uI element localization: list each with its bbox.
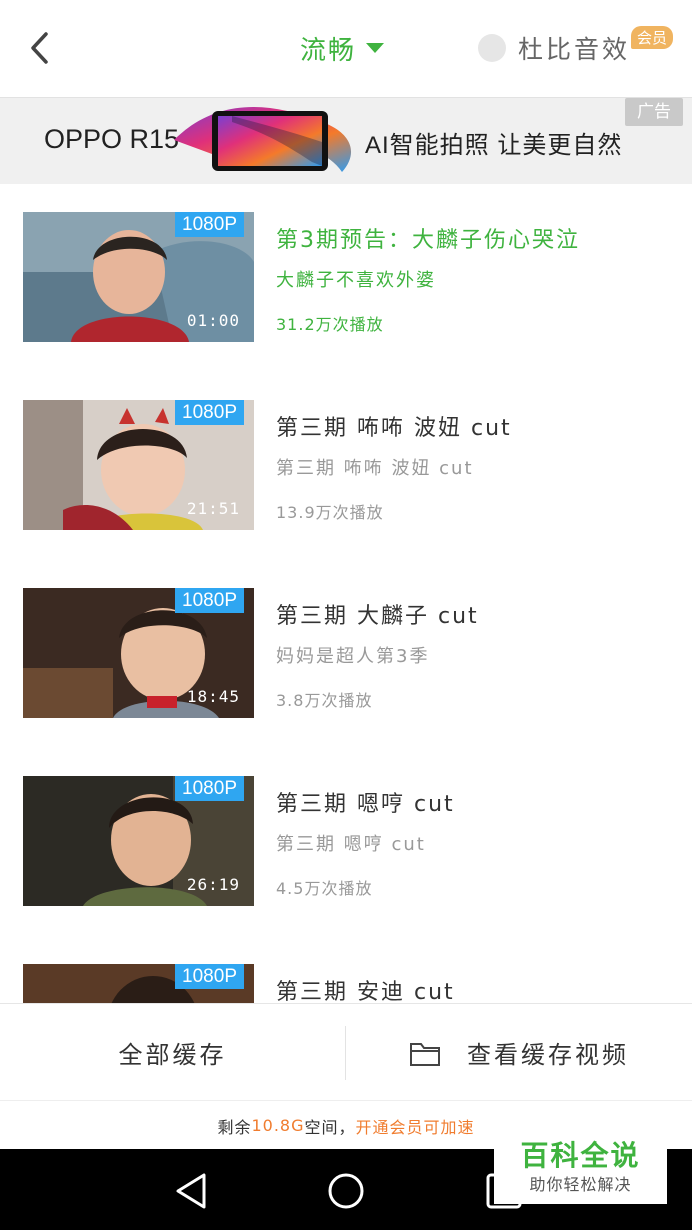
list-item[interactable]: 1080P 18:45 第三期 大麟子 cut 妈妈是超人第3季 3.8万次播放 [0,560,692,748]
cache-all-label: 全部缓存 [118,1041,227,1069]
play-count: 4.5万次播放 [276,879,373,898]
list-item[interactable]: 1080P 01:00 第3期预告：大麟子伤心哭泣 大麟子不喜欢外婆 31.2万… [0,184,692,372]
video-subtitle: 大麟子不喜欢外婆 [276,270,436,291]
resolution-badge: 1080P [175,212,244,237]
storage-suffix: 空间， [304,1117,356,1137]
play-count: 3.8万次播放 [276,691,373,710]
video-subtitle: 第三期 嗯哼 cut [276,834,426,855]
watermark-title: 百科全说 [520,1139,641,1172]
nav-home-button[interactable] [324,1169,368,1213]
play-count: 31.2万次播放 [276,315,384,334]
video-thumbnail: 1080P 21:51 [23,400,254,530]
video-title: 第三期 大麟子 cut [276,604,479,629]
circle-home-icon [328,1173,364,1209]
ad-slogan: AI智能拍照 让美更自然 [365,132,623,159]
video-thumbnail: 1080P 18:45 [23,588,254,718]
chevron-left-icon [31,32,48,64]
video-duration: 21:51 [186,499,240,518]
resolution-badge: 1080P [175,400,244,425]
folder-icon [410,1042,440,1066]
resolution-badge: 1080P [175,588,244,613]
video-thumbnail: 1080P 26:19 [23,776,254,906]
video-title: 第三期 咘咘 波妞 cut [276,416,512,441]
ad-tag: 广告 [625,98,683,126]
resolution-badge: 1080P [175,776,244,801]
play-count: 13.9万次播放 [276,503,384,522]
video-list: 1080P 01:00 第3期预告：大麟子伤心哭泣 大麟子不喜欢外婆 31.2万… [0,184,692,1003]
phone-image [174,107,352,172]
dolby-label: 杜比音效 [518,35,631,64]
video-thumbnail: 1080P 01:00 [23,212,254,342]
storage-space: 10.8G [251,1116,305,1135]
list-item[interactable]: 1080P 26:19 第三期 嗯哼 cut 第三期 嗯哼 cut 4.5万次播… [0,748,692,936]
view-cached-label: 查看缓存视频 [467,1041,629,1069]
video-duration: 18:45 [186,687,240,706]
action-bar: 全部缓存 查看缓存视频 [0,1003,692,1101]
list-item[interactable]: 1080P 第三期 安迪 cut [0,936,692,1003]
cache-all-button[interactable]: 全部缓存 [0,1004,345,1101]
video-duration: 26:19 [186,875,240,894]
quality-label: 流畅 [300,35,357,66]
triangle-back-icon [176,1173,206,1209]
storage-prefix: 剩余 [217,1117,252,1137]
quality-selector[interactable]: 流畅 [300,28,385,68]
list-item[interactable]: 1080P 21:51 第三期 咘咘 波妞 cut 第三期 咘咘 波妞 cut … [0,372,692,560]
back-button[interactable] [20,28,60,68]
ad-banner[interactable]: OPPO R15 AI智能拍照 让美更自然 [0,98,692,184]
video-title: 第三期 安迪 cut [276,980,455,1003]
nav-back-button[interactable] [170,1169,214,1213]
video-duration: 01:00 [186,311,240,330]
watermark: 百科全说 助你轻松解决 [494,1138,667,1204]
resolution-badge: 1080P [175,964,244,989]
top-bar: 流畅 杜比音效 会员 [0,0,692,98]
view-cached-button[interactable]: 查看缓存视频 [346,1004,692,1101]
dolby-toggle[interactable]: 杜比音效 [478,28,630,68]
ad-brand: OPPO R15 [44,124,180,154]
video-title: 第3期预告：大麟子伤心哭泣 [276,228,580,253]
watermark-subtitle: 助你轻松解决 [529,1175,632,1194]
radio-unchecked-icon [478,34,506,62]
video-thumbnail: 1080P [23,964,254,1003]
vip-badge: 会员 [631,26,674,49]
vip-speedup-link[interactable]: 开通会员可加速 [356,1114,475,1138]
video-subtitle: 第三期 咘咘 波妞 cut [276,458,474,479]
caret-down-icon [366,43,385,53]
video-title: 第三期 嗯哼 cut [276,792,455,817]
video-subtitle: 妈妈是超人第3季 [276,646,430,667]
